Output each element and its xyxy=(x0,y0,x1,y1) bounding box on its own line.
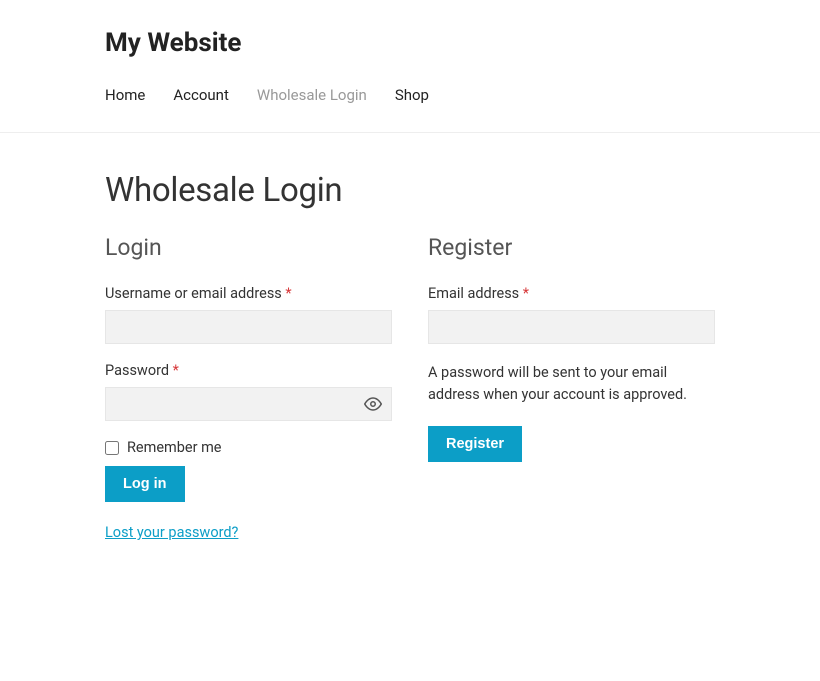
remember-checkbox[interactable] xyxy=(105,441,119,455)
password-input-wrap xyxy=(105,387,392,421)
password-label-text: Password xyxy=(105,362,169,379)
required-mark: * xyxy=(285,285,291,302)
lost-password-link[interactable]: Lost your password? xyxy=(105,524,238,541)
login-column: Login Username or email address * Passwo… xyxy=(105,234,392,541)
nav-item-home[interactable]: Home xyxy=(105,86,145,104)
email-label-text: Email address xyxy=(428,285,519,302)
show-password-icon[interactable] xyxy=(364,395,382,413)
register-heading: Register xyxy=(428,234,715,261)
email-row: Email address * xyxy=(428,285,715,344)
password-row: Password * xyxy=(105,362,392,421)
email-input[interactable] xyxy=(428,310,715,344)
site-title: My Website xyxy=(105,28,715,58)
register-button[interactable]: Register xyxy=(428,426,522,462)
username-input[interactable] xyxy=(105,310,392,344)
page-content: Wholesale Login Login Username or email … xyxy=(0,133,820,581)
form-columns: Login Username or email address * Passwo… xyxy=(105,234,715,541)
page-title: Wholesale Login xyxy=(105,171,715,210)
remember-label: Remember me xyxy=(127,439,222,456)
password-label: Password * xyxy=(105,362,392,379)
required-mark: * xyxy=(523,285,529,302)
site-header: My Website Home Account Wholesale Login … xyxy=(0,0,820,132)
nav-item-shop[interactable]: Shop xyxy=(395,86,429,104)
remember-row: Remember me xyxy=(105,439,392,456)
username-label-text: Username or email address xyxy=(105,285,282,302)
password-input[interactable] xyxy=(105,387,392,421)
email-label: Email address * xyxy=(428,285,715,302)
register-helper-text: A password will be sent to your email ad… xyxy=(428,362,715,406)
nav-item-account[interactable]: Account xyxy=(173,86,229,104)
nav-item-wholesale-login[interactable]: Wholesale Login xyxy=(257,86,367,104)
register-column: Register Email address * A password will… xyxy=(428,234,715,541)
login-button[interactable]: Log in xyxy=(105,466,185,502)
primary-nav: Home Account Wholesale Login Shop xyxy=(105,86,715,132)
username-label: Username or email address * xyxy=(105,285,392,302)
login-heading: Login xyxy=(105,234,392,261)
required-mark: * xyxy=(173,362,179,379)
username-row: Username or email address * xyxy=(105,285,392,344)
